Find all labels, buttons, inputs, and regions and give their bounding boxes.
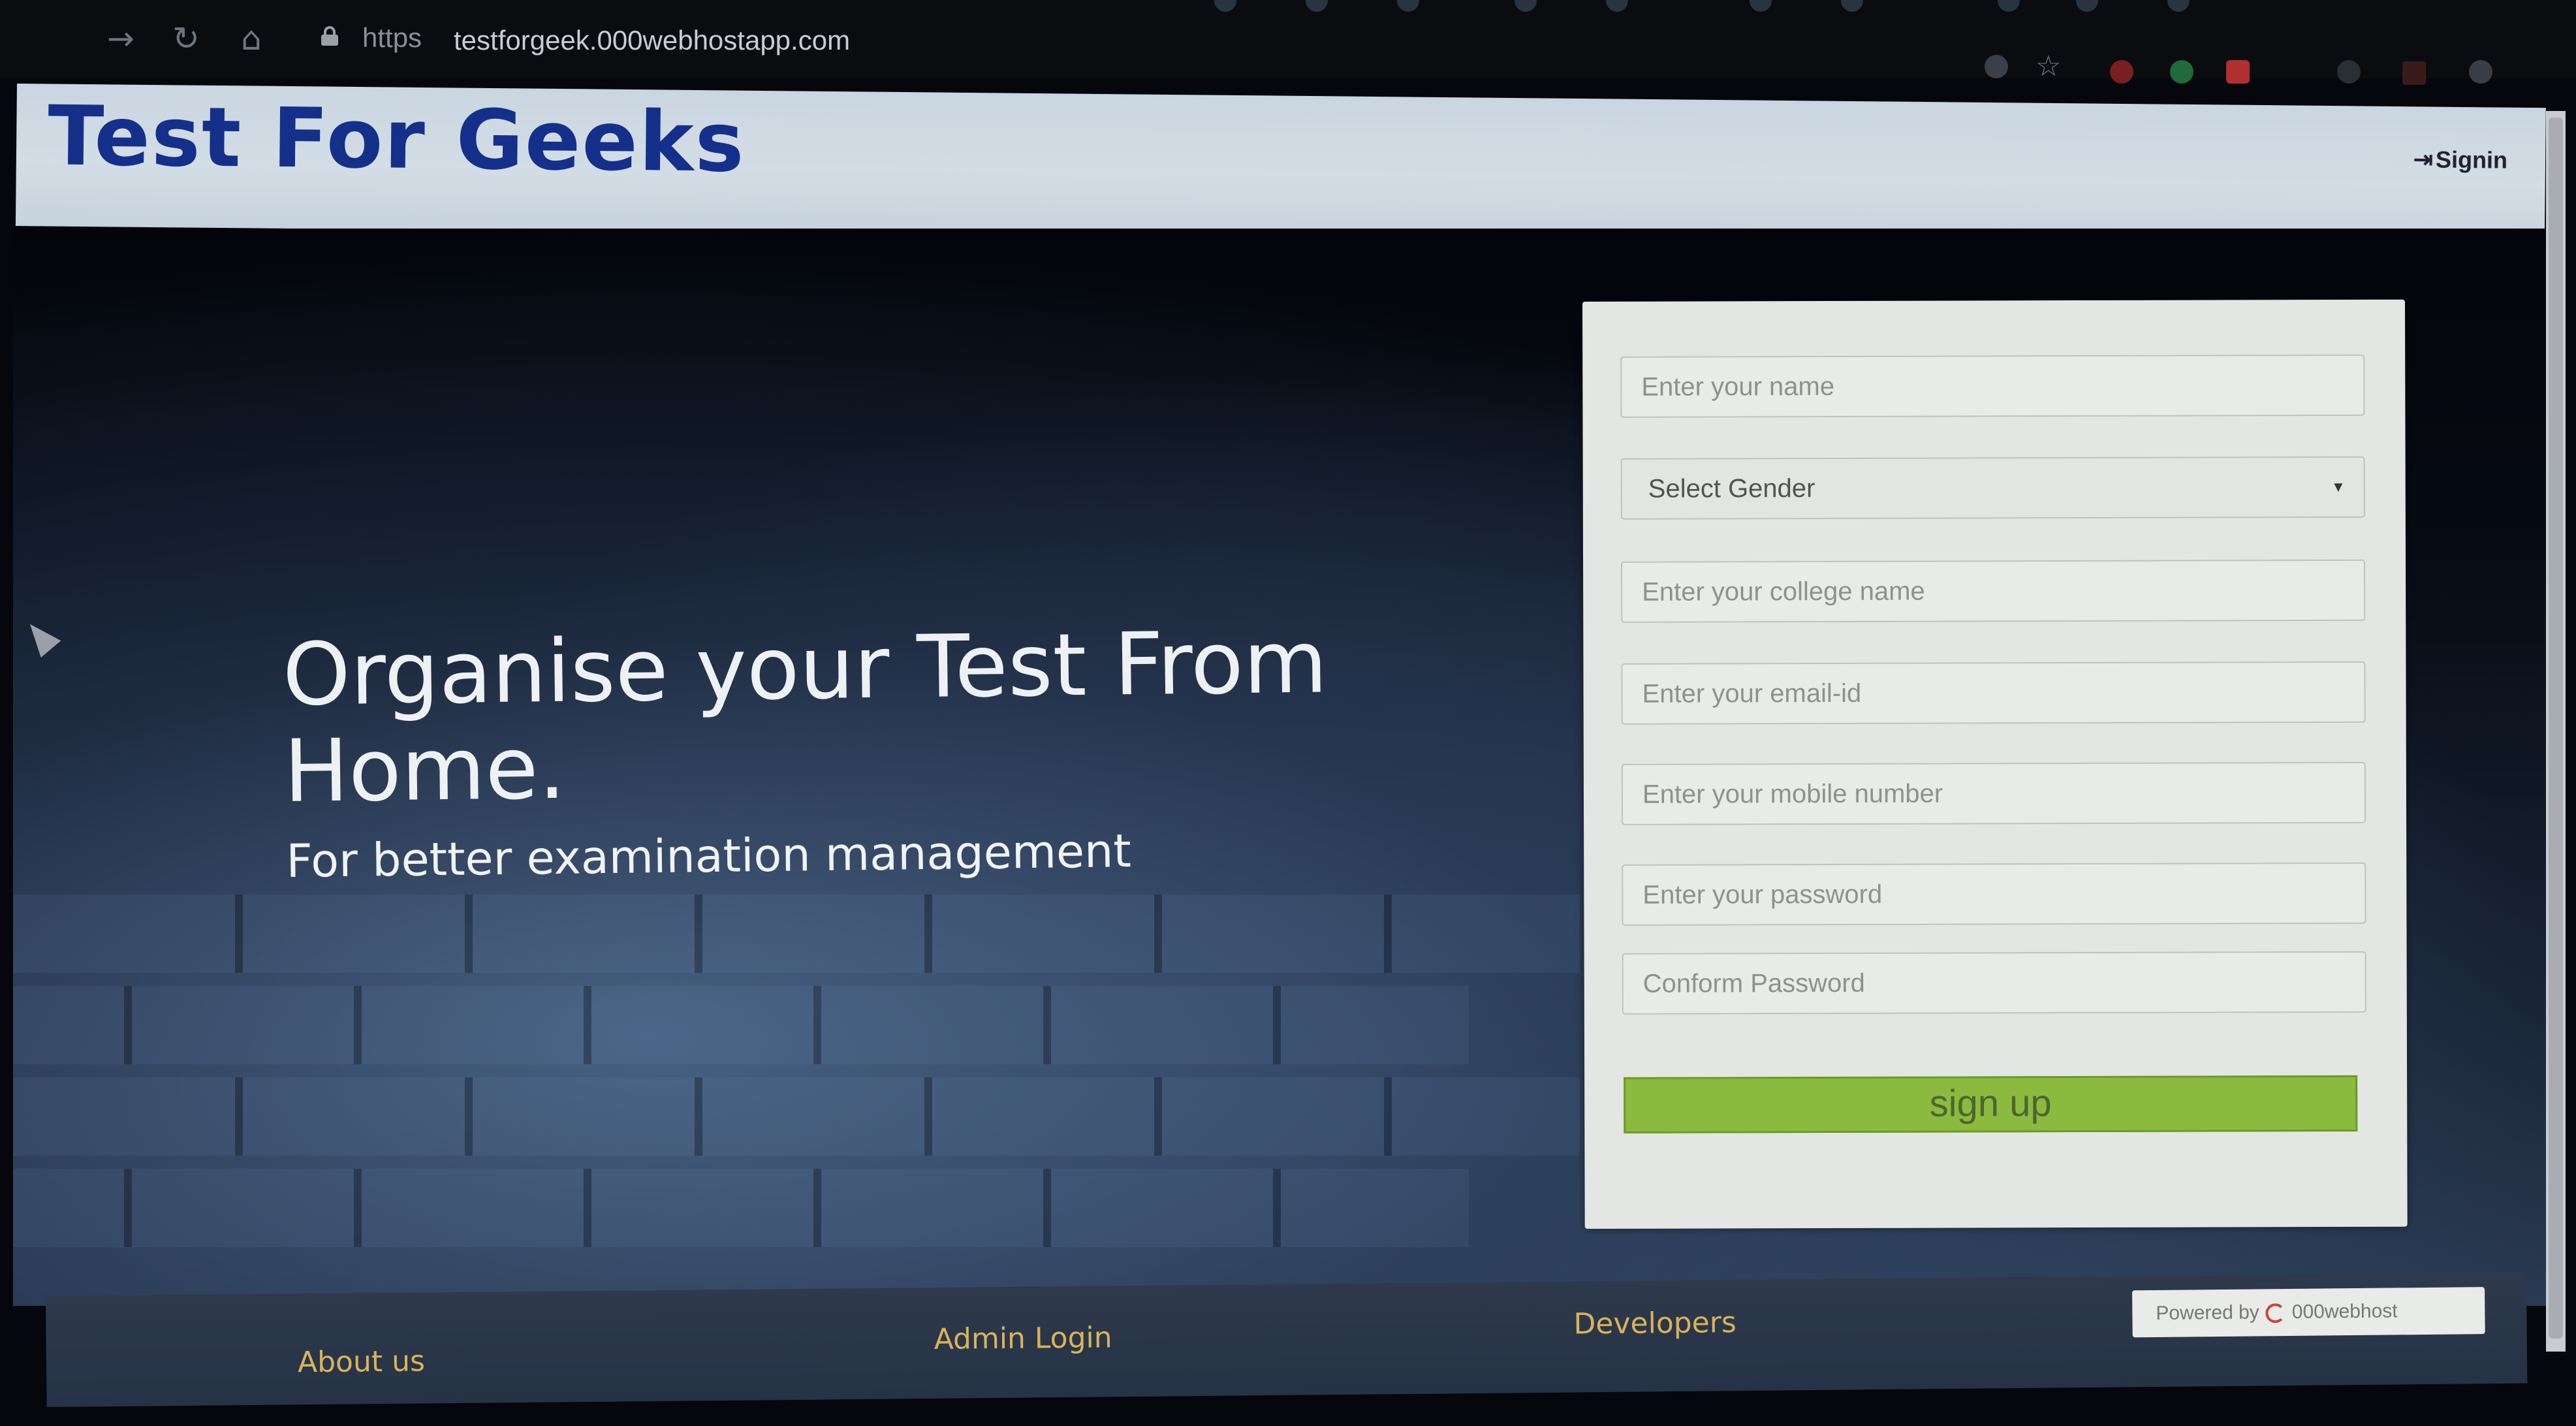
gender-select[interactable]: Select Gender ▼	[1620, 456, 2365, 520]
lock-icon	[321, 26, 338, 46]
signin-label: Signin	[2435, 146, 2508, 174]
hero-title: Organise your Test From Home.	[281, 612, 1328, 822]
name-input[interactable]	[1620, 354, 2365, 418]
bookmark-star-icon[interactable]: ☆	[2035, 52, 2061, 81]
extension-icon[interactable]	[2337, 60, 2361, 84]
brick-texture	[13, 1169, 1469, 1247]
tab-favicon[interactable]	[1214, 0, 1236, 12]
mobile-input[interactable]	[1621, 761, 2366, 825]
brick-texture	[13, 895, 1580, 973]
site-logo[interactable]: Test For Geeks	[48, 87, 746, 190]
url-scheme[interactable]: https	[362, 22, 422, 54]
tab-favicon[interactable]	[1998, 0, 2020, 12]
powered-by-badge[interactable]: Powered by 000webhost	[2132, 1287, 2485, 1338]
home-icon[interactable]: ⌂	[228, 16, 274, 61]
confirm-password-input[interactable]	[1622, 951, 2366, 1015]
college-input[interactable]	[1621, 559, 2366, 623]
signup-form: Select Gender ▼ sign up	[1582, 299, 2408, 1229]
signup-button[interactable]: sign up	[1624, 1075, 2358, 1133]
host-logo-icon	[2265, 1303, 2285, 1323]
address-bar[interactable]: testforgeek.000webhostapp.com	[454, 25, 850, 56]
tab-favicon[interactable]	[1515, 0, 1537, 12]
host-name: 000webhost	[2291, 1300, 2398, 1323]
tab-favicon[interactable]	[1397, 0, 1419, 12]
extension-icon[interactable]	[1985, 55, 2008, 78]
tab-favicon[interactable]	[2167, 0, 2190, 12]
hero-subtitle: For better examination management	[286, 824, 1132, 888]
mouse-cursor-icon	[20, 615, 61, 658]
tab-favicon[interactable]	[1750, 0, 1772, 12]
chevron-down-icon: ▼	[2331, 478, 2346, 495]
scrollbar-thumb[interactable]	[2549, 118, 2563, 1339]
tab-favicon[interactable]	[1306, 0, 1328, 12]
brick-texture	[13, 986, 1469, 1064]
tab-favicon[interactable]	[2076, 0, 2098, 12]
gender-select-label: Select Gender	[1648, 474, 1815, 503]
grammarly-icon[interactable]	[2170, 60, 2193, 84]
site-header: Test For Geeks ⇥ Signin	[15, 84, 2546, 251]
reload-icon[interactable]: ↻	[163, 16, 209, 61]
extension-icon[interactable]	[2110, 60, 2133, 84]
tab-favicon[interactable]	[1606, 0, 1628, 12]
extension-icon[interactable]	[2402, 61, 2426, 85]
site-footer: About us Admin Login Developers Powered …	[46, 1272, 2528, 1407]
admin-login-link[interactable]: Admin Login	[934, 1321, 1112, 1356]
email-input[interactable]	[1621, 661, 2366, 725]
about-us-link[interactable]: About us	[298, 1344, 425, 1379]
signin-link[interactable]: ⇥ Signin	[2413, 146, 2508, 174]
browser-toolbar: → ↻ ⌂ https testforgeek.000webhostapp.co…	[0, 0, 2576, 85]
extensions-menu-icon[interactable]	[2469, 60, 2492, 84]
extension-icon[interactable]	[2226, 60, 2250, 84]
forward-icon[interactable]: →	[98, 16, 144, 61]
developers-link[interactable]: Developers	[1573, 1306, 1736, 1340]
password-input[interactable]	[1622, 862, 2366, 926]
page-scrollbar[interactable]	[2546, 111, 2566, 1352]
brick-texture	[13, 1077, 1580, 1156]
signin-icon: ⇥	[2413, 146, 2434, 173]
tab-favicon[interactable]	[1841, 0, 1863, 12]
powered-by-label: Powered by	[2156, 1301, 2259, 1324]
